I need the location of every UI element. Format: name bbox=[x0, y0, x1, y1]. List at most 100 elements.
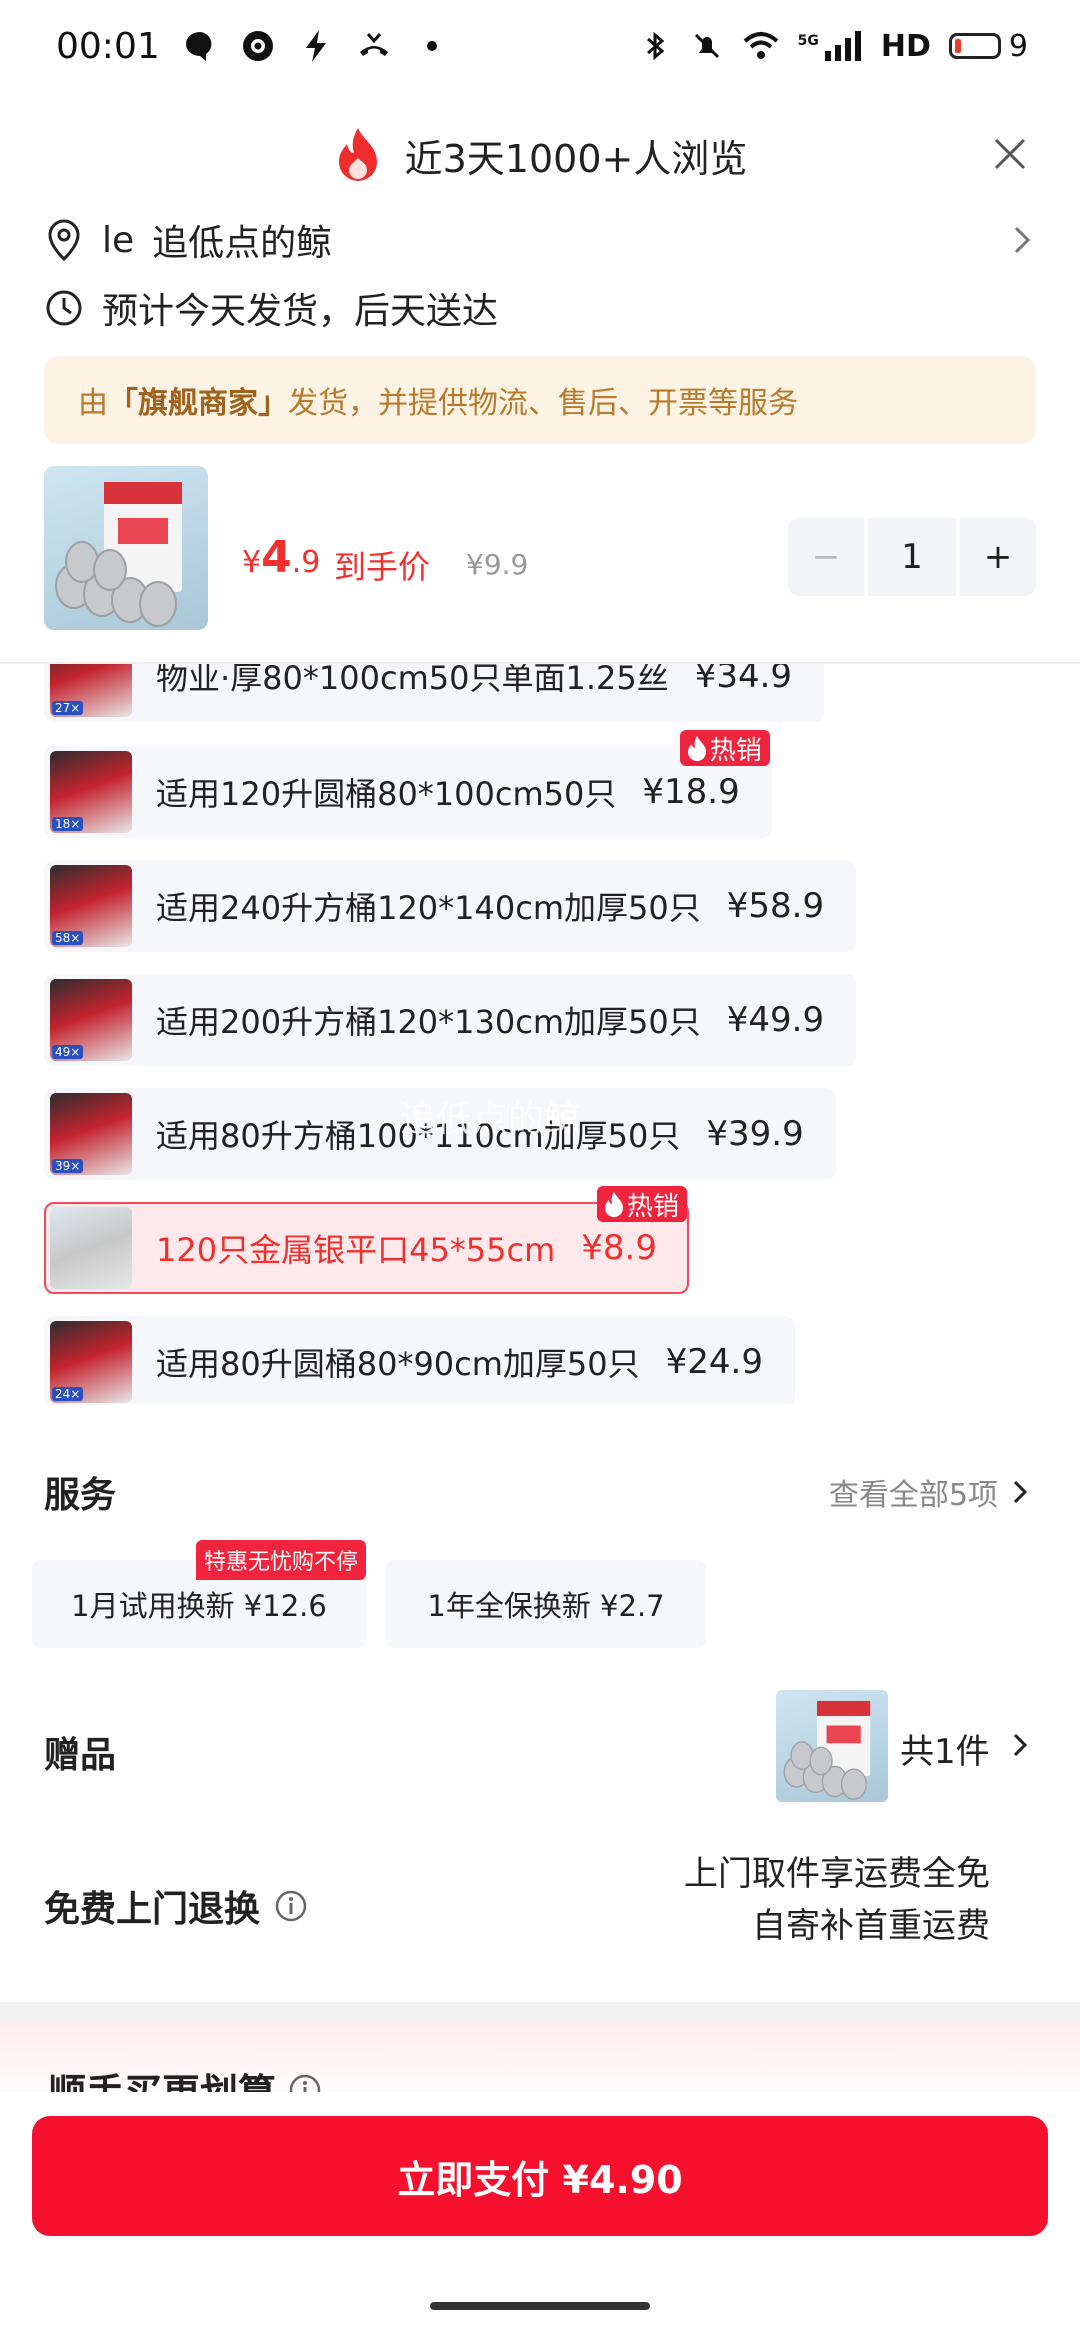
flame-icon bbox=[338, 128, 377, 181]
bluetooth-icon bbox=[646, 31, 664, 61]
sku-option[interactable]: 58× 适用240升方桶120*140cm加厚50只 ¥58.9 bbox=[44, 860, 857, 952]
sku-option-list[interactable]: 27× 物业·厚80*100cm50只单面1.25丝 ¥34.9 18× 适用1… bbox=[0, 664, 1080, 1404]
quantity-value[interactable]: 1 bbox=[868, 518, 956, 596]
gift-title: 赠品 bbox=[44, 1735, 117, 1776]
sku-thumbnail bbox=[50, 1207, 132, 1289]
app-notification-icon bbox=[242, 31, 273, 61]
free-return-line2: 自寄补首重运费 bbox=[752, 1906, 990, 1946]
sku-thumbnail: 49× bbox=[50, 979, 132, 1061]
free-return-row: 免费上门退换 bbox=[44, 1880, 308, 1932]
more-dot-icon bbox=[426, 41, 437, 51]
service-label: 1年全保换新 ¥2.7 bbox=[427, 1589, 665, 1623]
chevron-right-icon bbox=[1014, 226, 1031, 254]
battery-indicator: 9 bbox=[948, 28, 1028, 64]
selected-product: ¥4.9 到手价 ¥9.9 − 1 + bbox=[44, 466, 1036, 630]
location-pin-icon bbox=[48, 219, 80, 262]
free-return-details: 上门取件享运费全免 自寄补首重运费 bbox=[684, 1848, 990, 1952]
sku-name: 适用120升圆桶80*100cm50只 bbox=[156, 775, 617, 813]
gift-image[interactable] bbox=[776, 1690, 888, 1802]
missed-call-icon bbox=[359, 33, 388, 56]
sku-name: 适用240升方桶120*140cm加厚50只 bbox=[156, 889, 701, 927]
home-indicator[interactable] bbox=[430, 2302, 650, 2310]
sku-price: ¥49.9 bbox=[726, 1000, 825, 1040]
shipping-estimate-row: 预计今天发货，后天送达 bbox=[44, 278, 498, 338]
clock-icon bbox=[46, 290, 82, 326]
recipient-nickname: 追低点的鲸 bbox=[152, 223, 333, 264]
recipient-name: le bbox=[102, 219, 135, 261]
product-image[interactable] bbox=[44, 466, 208, 630]
free-return-line1: 上门取件享运费全免 bbox=[684, 1854, 990, 1894]
hot-label: 热销 bbox=[709, 735, 762, 766]
quantity-stepper: − 1 + bbox=[788, 518, 1036, 596]
wifi-icon bbox=[743, 32, 778, 59]
sku-option[interactable]: 18× 适用120升圆桶80*100cm50只 ¥18.9 热销 bbox=[44, 730, 772, 838]
decrease-quantity-button[interactable]: − bbox=[788, 518, 864, 596]
increase-quantity-button[interactable]: + bbox=[960, 518, 1036, 596]
sku-name: 物业·厚80*100cm50只单面1.25丝 bbox=[156, 664, 669, 697]
final-price-label: 到手价 bbox=[334, 548, 431, 586]
sku-price: ¥18.9 bbox=[642, 772, 740, 812]
shipping-text: 预计今天发货，后天送达 bbox=[102, 291, 499, 332]
original-price: ¥9.9 bbox=[466, 548, 529, 581]
merchant-banner: 由 「旗舰商家」 发货，并提供物流、售后、开票等服务 bbox=[44, 356, 1036, 444]
sku-thumbnail: 24× bbox=[50, 1321, 132, 1403]
chevron-right-icon bbox=[1013, 1480, 1028, 1504]
merchant-suffix: 发货，并提供物流、售后、开票等服务 bbox=[288, 386, 798, 421]
status-right: 5G HD 9 bbox=[638, 29, 1028, 64]
network-type-label: 5G bbox=[797, 32, 819, 49]
sku-thumbnail: 18× bbox=[50, 751, 132, 833]
see-all-label: 查看全部5项 bbox=[828, 1478, 998, 1513]
sku-price: ¥8.9 bbox=[581, 1228, 657, 1268]
service-option-trial[interactable]: 1月试用换新 ¥12.6 特惠无忧购不停 bbox=[32, 1540, 366, 1648]
pay-now-button[interactable]: 立即支付 ¥4.90 bbox=[32, 2116, 1048, 2236]
sku-name: 120只金属银平口45*55cm bbox=[156, 1231, 556, 1269]
sku-name: 适用200升方桶120*130cm加厚50只 bbox=[156, 1003, 701, 1041]
popup-header: 近3天1000+人浏览 bbox=[0, 120, 1080, 190]
sku-thumbnail: 39× bbox=[50, 1093, 132, 1175]
hot-flame-icon bbox=[687, 736, 706, 761]
sku-price: ¥58.9 bbox=[726, 886, 825, 926]
sku-option[interactable]: 27× 物业·厚80*100cm50只单面1.25丝 ¥34.9 bbox=[44, 664, 825, 722]
services-title: 服务 bbox=[44, 1475, 117, 1516]
service-promo-badge: 特惠无忧购不停 bbox=[195, 1540, 366, 1580]
product-image-art bbox=[55, 482, 182, 627]
price-decimal: .9 bbox=[291, 545, 321, 580]
signal-icon bbox=[824, 31, 861, 61]
free-return-title: 免费上门退换 bbox=[44, 1889, 261, 1930]
message-icon bbox=[185, 32, 212, 61]
sku-option[interactable]: 49× 适用200升方桶120*130cm加厚50只 ¥49.9 bbox=[44, 974, 857, 1066]
info-icon[interactable] bbox=[274, 1889, 308, 1923]
status-left: 00:01 bbox=[56, 26, 450, 67]
mute-bell-icon bbox=[694, 33, 719, 59]
status-time: 00:01 bbox=[56, 25, 160, 67]
hot-label: 热销 bbox=[626, 1191, 679, 1222]
sku-name: 适用80升圆桶80*90cm加厚50只 bbox=[156, 1345, 640, 1383]
currency-symbol: ¥ bbox=[242, 545, 262, 580]
hot-badge: 热销 bbox=[596, 1186, 687, 1222]
battery-level: 9 bbox=[1008, 28, 1028, 64]
close-icon[interactable] bbox=[986, 130, 1034, 178]
sku-option-selected[interactable]: 120只金属银平口45*55cm ¥8.9 热销 bbox=[44, 1186, 689, 1294]
hd-label: HD bbox=[880, 28, 931, 64]
gift-count[interactable]: 共1件 bbox=[900, 1724, 990, 1773]
sku-price: ¥24.9 bbox=[665, 1342, 763, 1382]
popup-title: 近3天1000+人浏览 bbox=[404, 136, 748, 181]
section-separator bbox=[0, 2002, 1080, 2022]
flash-icon bbox=[305, 30, 326, 62]
address-row[interactable]: le 追低点的鲸 bbox=[44, 210, 1044, 270]
battery-icon bbox=[948, 33, 1001, 59]
sku-option[interactable]: 24× 适用80升圆桶80*90cm加厚50只 ¥24.9 bbox=[44, 1316, 795, 1404]
see-all-services-link[interactable]: 查看全部5项 bbox=[829, 1470, 1030, 1514]
sku-price: ¥39.9 bbox=[706, 1114, 804, 1154]
chevron-right-icon[interactable] bbox=[1010, 1730, 1030, 1760]
sku-price: ¥34.9 bbox=[694, 664, 793, 696]
price-integer: 4 bbox=[261, 532, 292, 583]
watermark-text: 追低点的鲸 bbox=[400, 1099, 581, 1140]
gift-image-art bbox=[783, 1700, 871, 1800]
status-bar: 00:01 5G HD 9 bbox=[0, 0, 1080, 92]
service-option-warranty[interactable]: 1年全保换新 ¥2.7 bbox=[386, 1560, 706, 1648]
merchant-name: 「旗舰商家」 bbox=[108, 386, 288, 421]
service-label: 1月试用换新 ¥12.6 bbox=[71, 1589, 327, 1623]
current-price: ¥4.9 bbox=[242, 532, 320, 583]
sku-thumbnail: 58× bbox=[50, 865, 132, 947]
